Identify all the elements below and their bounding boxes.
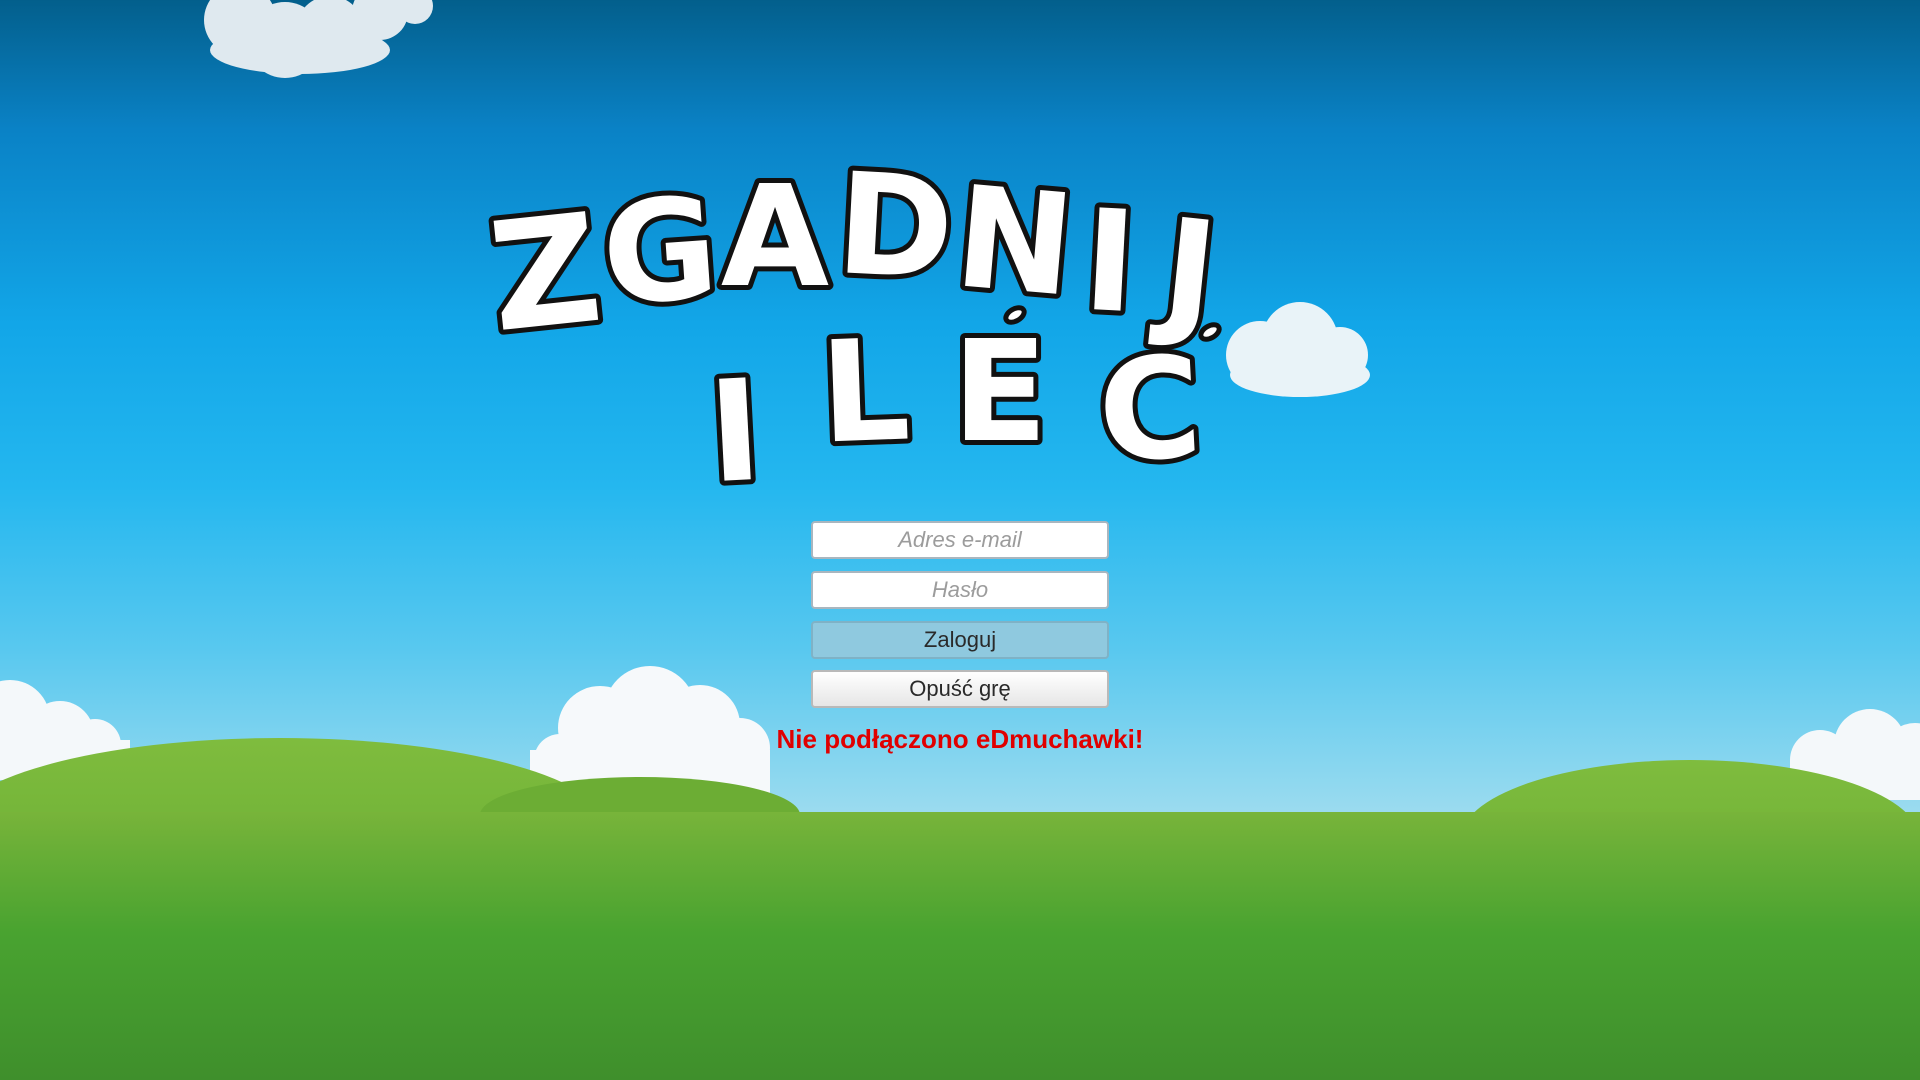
svg-text:I: I xyxy=(705,350,766,510)
login-button[interactable]: Zaloguj xyxy=(811,621,1109,659)
grass-ground xyxy=(0,812,1920,1080)
svg-text:Z: Z xyxy=(482,182,608,366)
cloud-behind-title xyxy=(1226,302,1370,397)
title-lettering: Z G A D N I J I L E C xyxy=(477,140,1229,510)
svg-text:L: L xyxy=(818,309,913,475)
email-field[interactable] xyxy=(811,521,1109,559)
password-field[interactable] xyxy=(811,571,1109,609)
cloud-top-left xyxy=(204,0,433,78)
svg-text:N: N xyxy=(949,156,1080,329)
svg-text:E: E xyxy=(952,311,1048,474)
login-form: Zaloguj Opuść grę xyxy=(811,521,1109,708)
svg-text:C: C xyxy=(1094,326,1205,494)
svg-text:A: A xyxy=(721,156,829,319)
svg-text:I: I xyxy=(1080,180,1141,346)
svg-text:D: D xyxy=(833,143,958,312)
device-status-message: Nie podłączono eDmuchawki! xyxy=(776,724,1144,754)
quit-game-button[interactable]: Opuść grę xyxy=(811,670,1109,708)
game-title-logo: Z G A D N I J I L E C xyxy=(477,140,1370,510)
svg-text:G: G xyxy=(597,167,723,338)
